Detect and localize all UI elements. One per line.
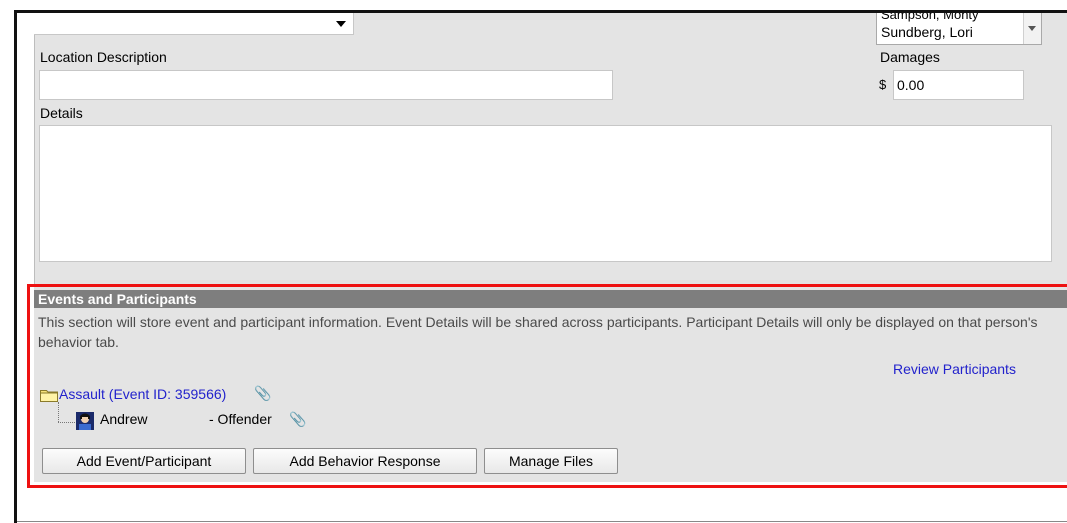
currency-symbol: $ (879, 77, 887, 92)
top-dropdown[interactable] (34, 13, 354, 35)
paperclip-icon[interactable]: 📎 (289, 411, 306, 428)
details-label: Details (40, 105, 83, 121)
participant-role: - Offender (209, 411, 272, 427)
add-behavior-response-button[interactable]: Add Behavior Response (253, 448, 477, 474)
tree-connector (58, 402, 59, 422)
tree-connector (58, 422, 75, 423)
damages-value: 0.00 (897, 77, 925, 93)
chevron-down-icon (1028, 26, 1036, 31)
event-link[interactable]: Assault (Event ID: 359566) (59, 386, 226, 402)
folder-icon (40, 390, 58, 402)
staff-select[interactable]: Sampson, Monty Sundberg, Lori (876, 13, 1042, 45)
divider (17, 521, 1067, 522)
location-description-input[interactable] (39, 70, 613, 100)
screen: Sampson, Monty Sundberg, Lori Location D… (0, 0, 1067, 523)
events-description: This section will store event and partic… (38, 314, 1038, 350)
staff-select-scroll[interactable] (1023, 13, 1041, 44)
chevron-down-icon (336, 21, 346, 27)
details-textarea[interactable] (39, 125, 1052, 262)
page-bottom (17, 482, 1067, 523)
review-participants-link[interactable]: Review Participants (893, 361, 1016, 377)
location-description-label: Location Description (40, 49, 167, 65)
participant-name[interactable]: Andrew (100, 411, 147, 427)
window-left-border (14, 10, 17, 523)
manage-files-button[interactable]: Manage Files (484, 448, 618, 474)
events-header: Events and Participants (34, 290, 1067, 308)
damages-input[interactable]: 0.00 (893, 70, 1024, 100)
person-icon (76, 412, 94, 430)
paperclip-icon[interactable]: 📎 (254, 385, 271, 402)
damages-label: Damages (880, 49, 940, 65)
staff-select-value: Sundberg, Lori (881, 24, 973, 40)
add-event-participant-button[interactable]: Add Event/Participant (42, 448, 246, 474)
